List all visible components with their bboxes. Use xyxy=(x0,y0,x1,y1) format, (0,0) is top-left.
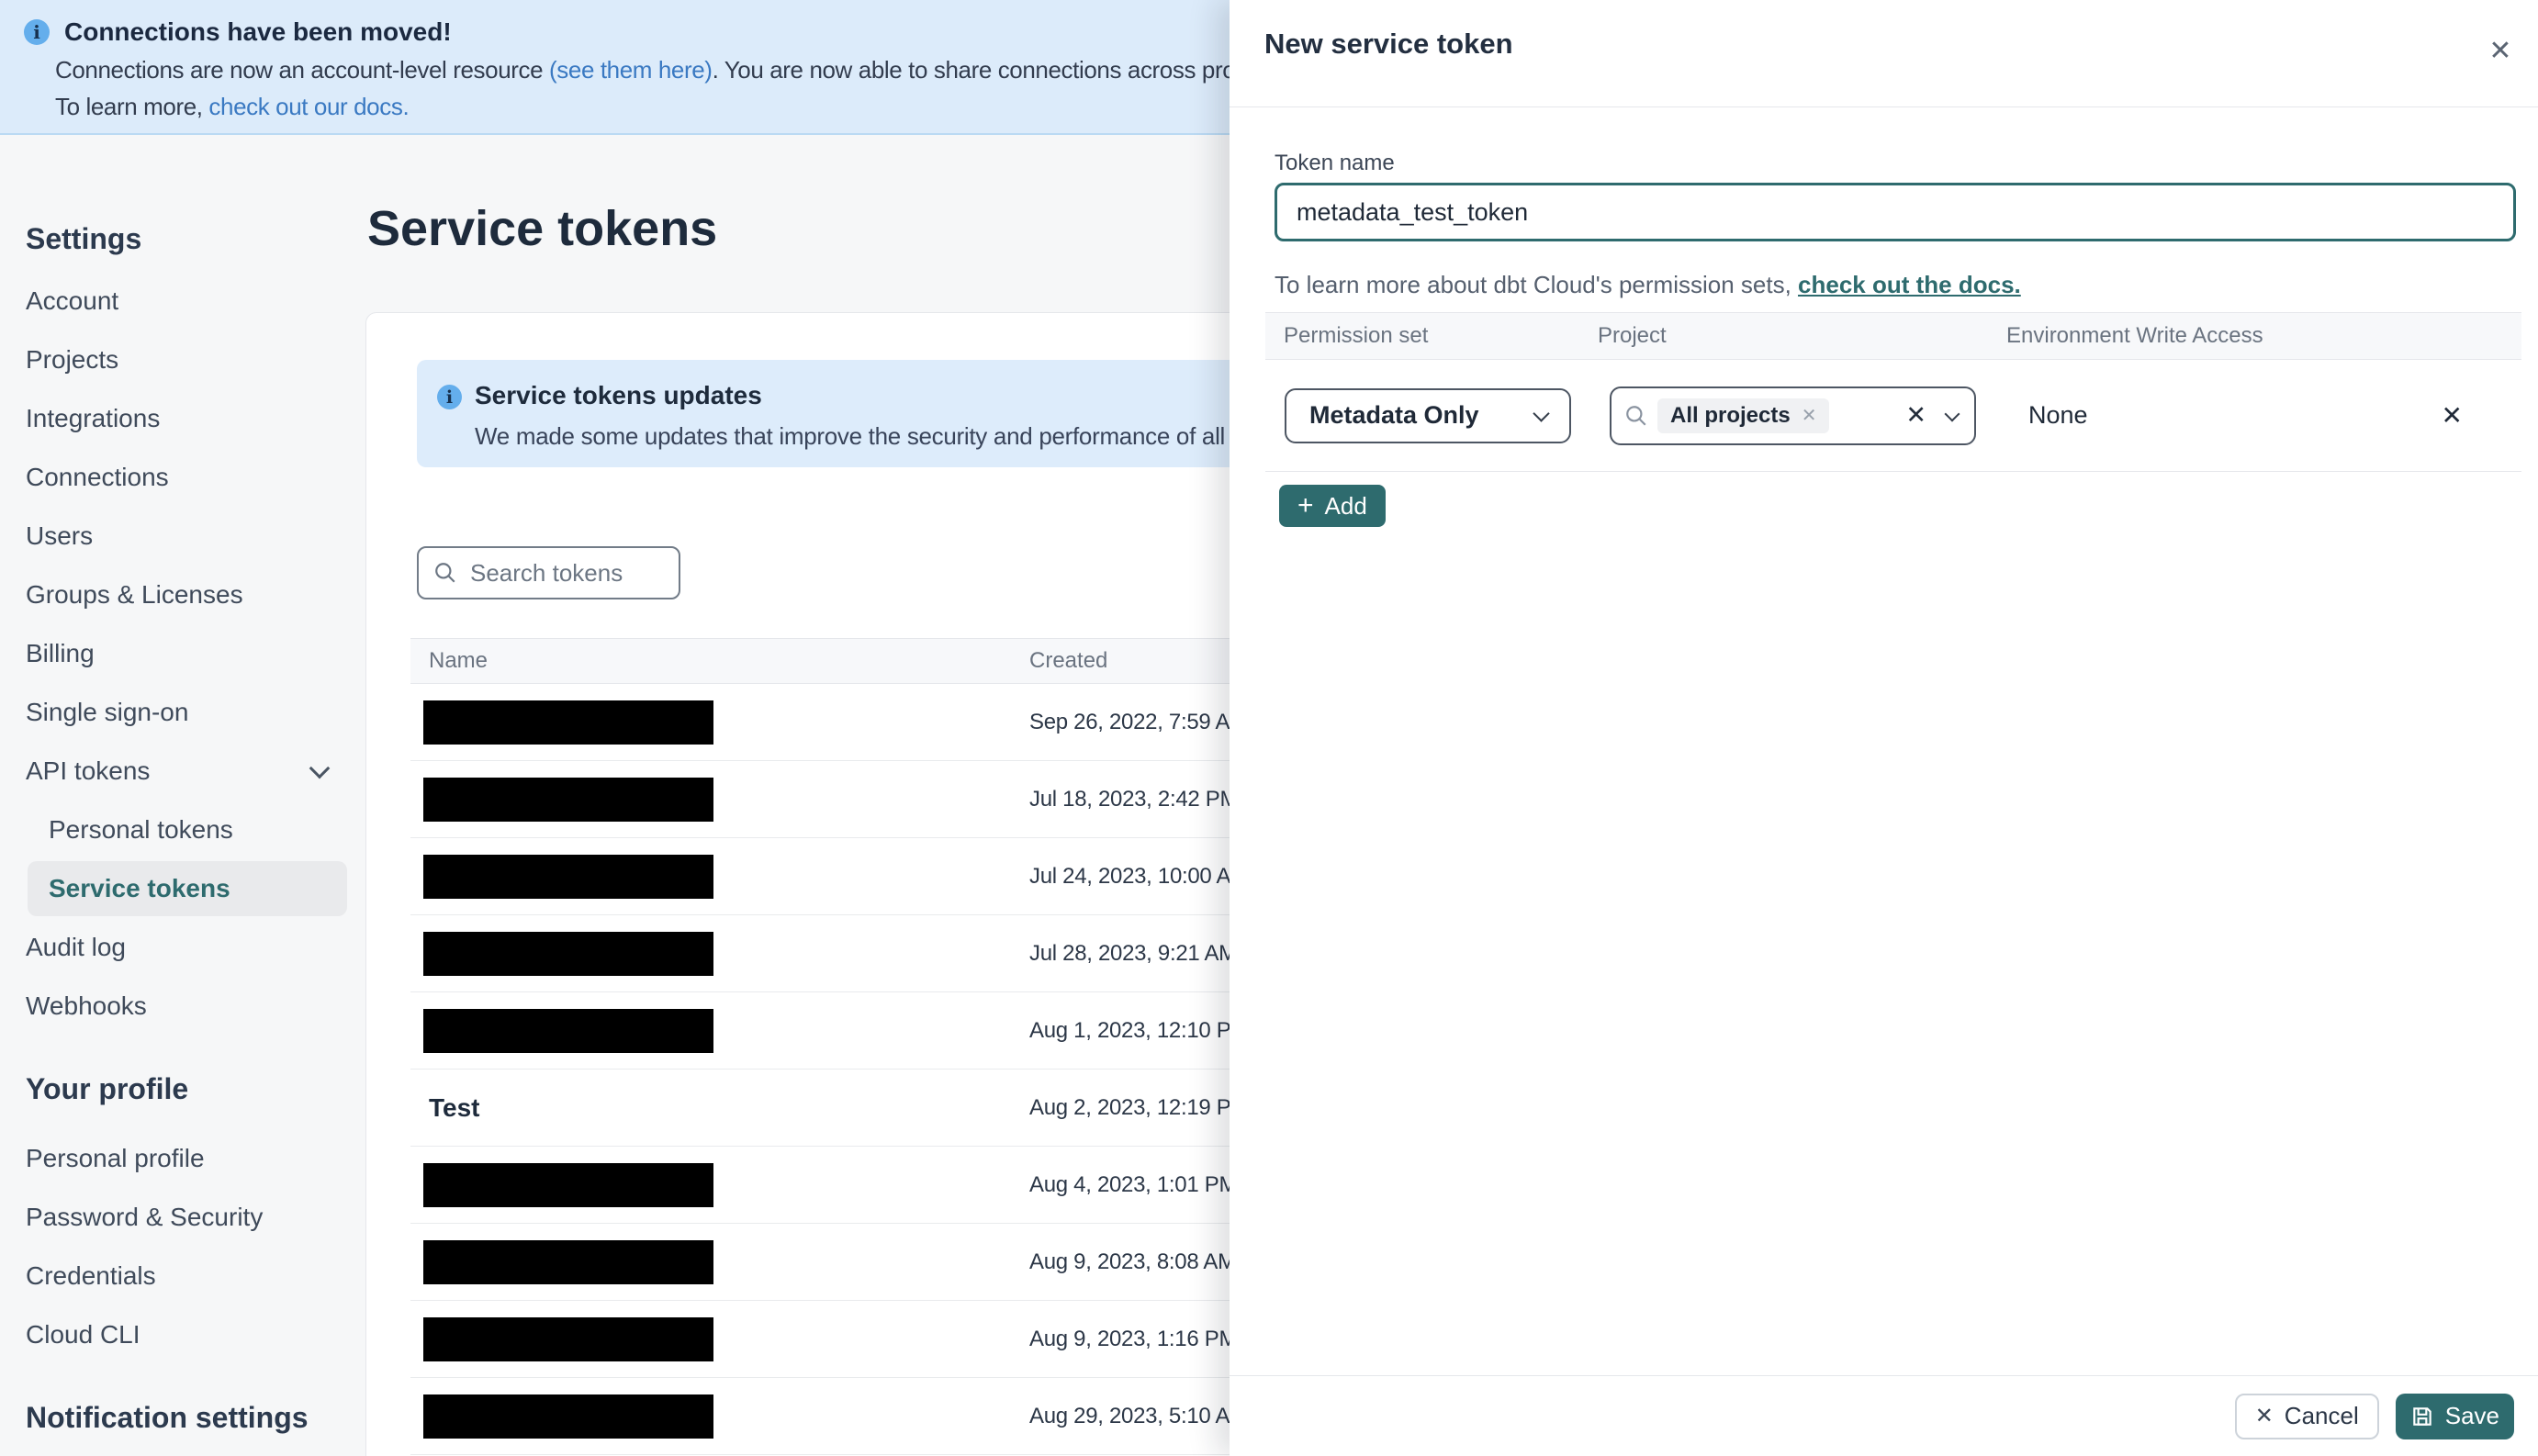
all-projects-chip: All projects ✕ xyxy=(1657,398,1830,433)
sidebar-item-personal-profile[interactable]: Personal profile xyxy=(26,1129,349,1188)
environment-write-access-value: None xyxy=(2028,401,2088,429)
sidebar-item-cloud-cli[interactable]: Cloud CLI xyxy=(26,1305,349,1364)
sidebar-item-connections[interactable]: Connections xyxy=(26,448,349,507)
sidebar-item-groups-licenses[interactable]: Groups & Licenses xyxy=(26,566,349,624)
column-header-permission-set: Permission set xyxy=(1284,323,1429,348)
save-button[interactable]: Save xyxy=(2395,1393,2514,1439)
sidebar-item-service-tokens[interactable]: Service tokens xyxy=(28,861,347,916)
sidebar-items: Account Projects Integrations Connection… xyxy=(26,272,349,1036)
sidebar-item-password-security[interactable]: Password & Security xyxy=(26,1188,349,1247)
token-name-cell xyxy=(423,1394,713,1439)
token-name-cell xyxy=(423,1239,713,1284)
cancel-button-label: Cancel xyxy=(2284,1402,2359,1429)
check-out-our-docs-link[interactable]: check out our docs. xyxy=(208,93,409,120)
permission-set-select[interactable]: Metadata Only xyxy=(1285,387,1571,443)
sidebar-item-api-tokens[interactable]: API tokens xyxy=(26,742,349,801)
chip-remove-icon[interactable]: ✕ xyxy=(1802,404,1817,427)
banner-title: Connections have been moved! xyxy=(64,17,452,46)
panel-body: Token name To learn more about dbt Cloud… xyxy=(1230,107,2538,1373)
new-service-token-panel: New service token ✕ Token name To learn … xyxy=(1230,0,2538,1456)
sidebar-item-webhooks[interactable]: Webhooks xyxy=(26,977,349,1036)
plus-icon: + xyxy=(1297,490,1314,521)
sidebar-heading-notification-settings: Notification settings xyxy=(26,1401,309,1434)
info-icon: i xyxy=(437,385,462,409)
remove-row-icon[interactable]: ✕ xyxy=(2442,400,2463,431)
close-icon: ✕ xyxy=(2254,1404,2274,1428)
see-them-here-link[interactable]: (see them here) xyxy=(549,56,713,84)
token-name-cell xyxy=(423,931,713,976)
token-created-cell: Jul 28, 2023, 9:21 AM P xyxy=(1029,940,1257,966)
token-name-cell xyxy=(423,1008,713,1053)
column-header-name: Name xyxy=(429,648,489,673)
panel-footer: ✕ Cancel Save xyxy=(1230,1375,2538,1456)
clear-selection-icon[interactable]: ✕ xyxy=(1905,401,1926,430)
sidebar-item-personal-tokens[interactable]: Personal tokens xyxy=(26,801,349,859)
token-name-cell: Test xyxy=(429,1092,480,1122)
chevron-down-icon xyxy=(1533,404,1550,422)
sidebar-profile-items: Personal profile Password & Security Cre… xyxy=(26,1129,349,1364)
sidebar-item-integrations[interactable]: Integrations xyxy=(26,389,349,448)
save-icon xyxy=(2412,1406,2431,1426)
token-name-label: Token name xyxy=(1275,151,1395,175)
token-name-cell xyxy=(423,777,713,822)
token-name-input[interactable] xyxy=(1275,183,2516,241)
panel-title: New service token xyxy=(1264,28,1513,60)
token-created-cell: Jul 18, 2023, 2:42 PM P xyxy=(1029,786,1259,812)
chevron-down-icon xyxy=(1944,406,1960,421)
search-icon xyxy=(435,563,455,583)
token-created-cell: Aug 9, 2023, 8:08 AM P xyxy=(1029,1249,1256,1274)
project-multiselect[interactable]: All projects ✕ ✕ xyxy=(1610,386,1976,445)
token-created-cell: Jul 24, 2023, 10:00 AM xyxy=(1029,863,1249,889)
permission-row: Metadata Only All projects ✕ ✕ None ✕ xyxy=(1265,360,2521,472)
sidebar-item-account[interactable]: Account xyxy=(26,272,349,330)
sidebar-heading-settings: Settings xyxy=(26,222,142,255)
token-name-cell xyxy=(423,700,713,745)
chip-label: All projects xyxy=(1670,402,1791,428)
token-created-cell: Aug 9, 2023, 1:16 PM P xyxy=(1029,1326,1258,1351)
cancel-button[interactable]: ✕ Cancel xyxy=(2234,1393,2379,1439)
settings-sidebar: Settings Account Projects Integrations C… xyxy=(26,222,349,1456)
token-created-cell: Aug 4, 2023, 1:01 PM P xyxy=(1029,1171,1258,1197)
sidebar-heading-your-profile: Your profile xyxy=(26,1072,189,1105)
column-header-environment-write-access: Environment Write Access xyxy=(2006,323,2263,348)
permission-docs-line: To learn more about dbt Cloud's permissi… xyxy=(1275,271,2021,298)
sidebar-item-audit-log[interactable]: Audit log xyxy=(26,918,349,977)
search-icon xyxy=(1626,405,1646,426)
sidebar-item-single-sign-on[interactable]: Single sign-on xyxy=(26,683,349,742)
column-header-created: Created xyxy=(1029,648,1108,673)
add-permission-button[interactable]: + Add xyxy=(1279,485,1386,527)
permissions-grid-header: Permission set Project Environment Write… xyxy=(1265,312,2521,360)
permission-set-value: Metadata Only xyxy=(1309,401,1479,429)
close-icon[interactable]: ✕ xyxy=(2479,29,2521,72)
check-out-the-docs-link[interactable]: check out the docs. xyxy=(1798,271,2021,298)
page-title: Service tokens xyxy=(367,201,718,256)
add-button-label: Add xyxy=(1324,491,1367,520)
info-icon: i xyxy=(24,19,50,45)
panel-header: New service token xyxy=(1230,0,2538,107)
token-name-cell xyxy=(423,1162,713,1207)
sidebar-item-users[interactable]: Users xyxy=(26,507,349,566)
token-name-cell xyxy=(423,1316,713,1361)
chevron-down-icon xyxy=(309,757,331,779)
search-input[interactable] xyxy=(468,557,656,588)
sidebar-item-credentials[interactable]: Credentials xyxy=(26,1247,349,1305)
token-name-cell xyxy=(423,854,713,899)
dbt-cloud-settings-screen: i Connections have been moved! Connectio… xyxy=(0,0,2538,1456)
column-header-project: Project xyxy=(1598,323,1667,348)
sidebar-item-billing[interactable]: Billing xyxy=(26,624,349,683)
sidebar-item-projects[interactable]: Projects xyxy=(26,330,349,389)
save-button-label: Save xyxy=(2444,1402,2499,1429)
search-tokens-box[interactable] xyxy=(417,546,680,599)
